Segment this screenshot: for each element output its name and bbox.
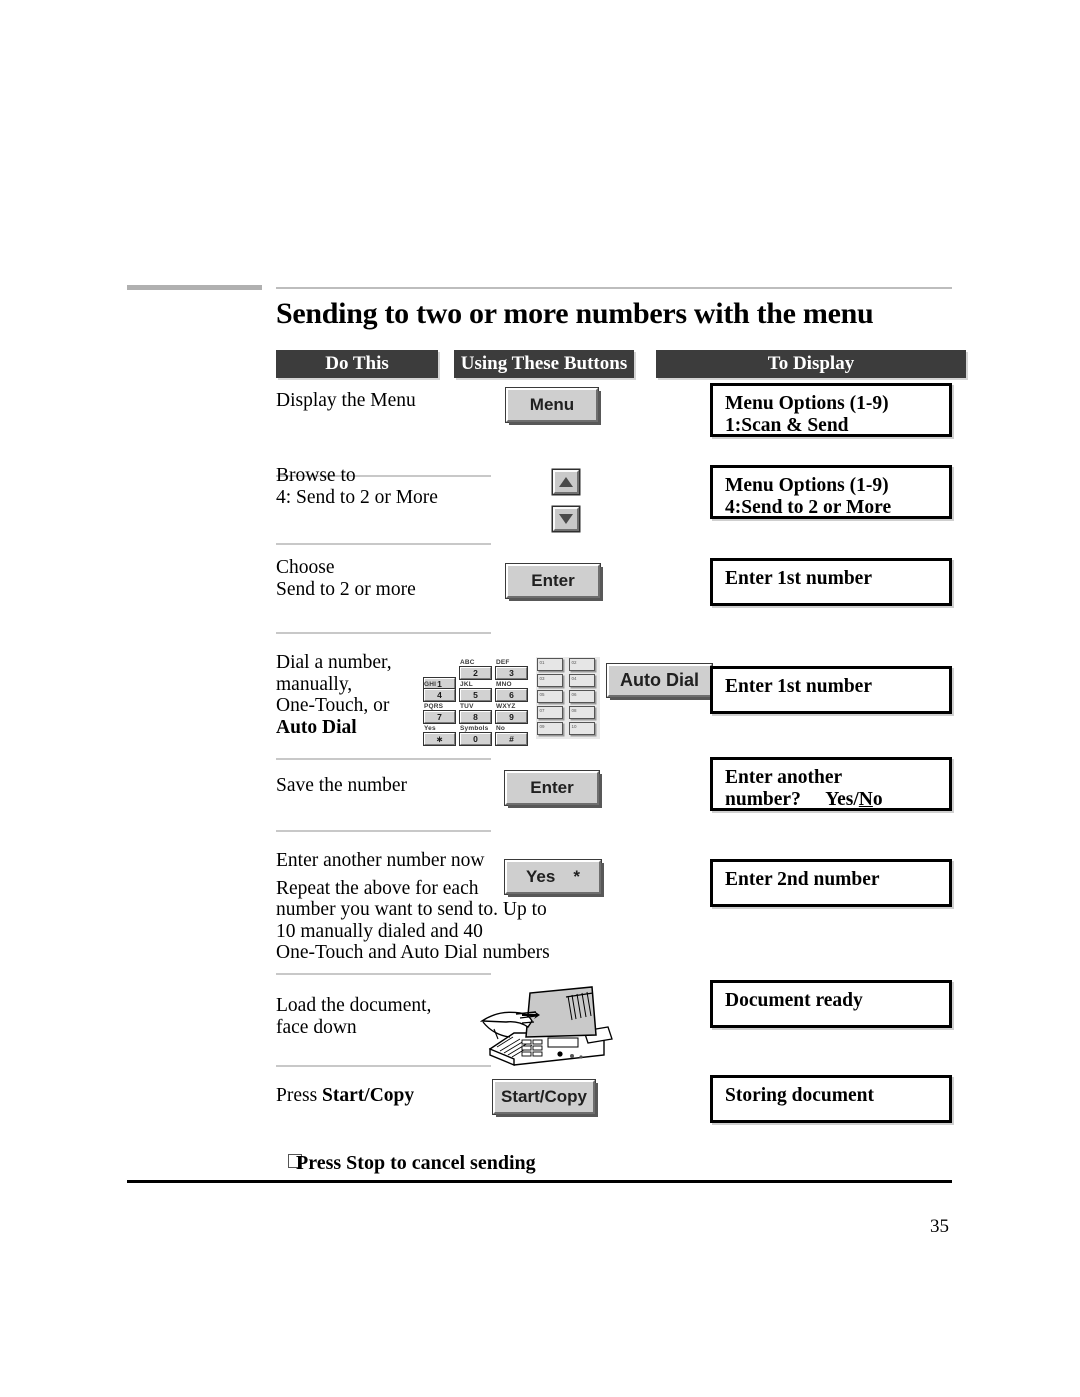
chevron-down-icon	[559, 514, 573, 524]
one-touch-panel[interactable]: 01 02 03 04 05 06 07 08 09 10	[536, 657, 600, 739]
row-8-instruction-text: Press Start/Copy	[276, 1085, 415, 1106]
keypad-key-9[interactable]: WXYZ 9	[496, 702, 527, 723]
keypad-key-2[interactable]: ABC 2	[460, 658, 491, 679]
row-7-instruction: Load the document, face down	[276, 995, 432, 1038]
column-header-to-display: To Display	[656, 350, 966, 378]
column-header-using-these-buttons: Using These Buttons	[454, 350, 634, 378]
keypad-key-0[interactable]: Symbols 0	[460, 724, 491, 745]
keypad-key-hash[interactable]: No #	[496, 724, 527, 745]
row-1-instruction: Display the Menu	[276, 390, 416, 411]
one-touch-key-07[interactable]: 07	[537, 706, 563, 719]
start-copy-button[interactable]: Start/Copy	[493, 1080, 595, 1114]
row-2-divider	[276, 543, 491, 545]
one-touch-key-04[interactable]: 04	[569, 674, 595, 687]
row-3-instruction: Choose Send to 2 or more	[276, 557, 416, 600]
column-header-do-this: Do This	[276, 350, 438, 378]
row-6-divider	[276, 973, 491, 975]
page-title: Sending to two or more numbers with the …	[276, 297, 874, 330]
one-touch-key-05[interactable]: 05	[537, 690, 563, 703]
keypad-key-7[interactable]: PQRS 7	[424, 702, 455, 723]
chevron-up-icon	[559, 477, 573, 487]
keypad-key-3[interactable]: DEF 3	[496, 658, 527, 679]
footer-rule	[127, 1180, 952, 1183]
row-4-display: Enter 1st number	[710, 666, 952, 714]
down-arrow-button[interactable]	[553, 507, 579, 531]
procedure-table: Do This Using These Buttons To Display D…	[276, 350, 966, 1123]
row-5-display: Enter another number? Yes/No	[710, 757, 952, 811]
enter-button[interactable]: Enter	[506, 564, 600, 598]
numeric-keypad[interactable]: 1 ABC 2 DEF 3 GHI 4 JKL 5 MNO 6 PQRS 7 T…	[424, 658, 544, 748]
one-touch-key-10[interactable]: 10	[569, 722, 595, 735]
row-2-instruction: Browse to 4: Send to 2 or More	[276, 465, 438, 508]
start-copy-emphasis: Start/Copy	[322, 1085, 415, 1106]
header-rule-accent	[127, 285, 262, 290]
row-4-divider	[276, 758, 491, 760]
row-7-display: Document ready	[710, 980, 952, 1028]
keypad-key-star[interactable]: Yes ∗	[424, 724, 455, 745]
enter-button-save[interactable]: Enter	[505, 771, 599, 805]
row-8-display: Storing document	[710, 1075, 952, 1123]
table-header-row: Do This Using These Buttons To Display	[276, 350, 966, 380]
one-touch-key-03[interactable]: 03	[537, 674, 563, 687]
one-touch-key-06[interactable]: 06	[569, 690, 595, 703]
keypad-key-8[interactable]: TUV 8	[460, 702, 491, 723]
auto-dial-button[interactable]: Auto Dial	[607, 664, 712, 697]
header-rule-thin	[276, 287, 952, 289]
row-3-divider	[276, 632, 491, 634]
one-touch-key-01[interactable]: 01	[537, 658, 563, 671]
one-touch-key-02[interactable]: 02	[569, 658, 595, 671]
row-2-display: Menu Options (1-9) 4:Send to 2 or More	[710, 465, 952, 519]
footer-note: Press Stop to cancel sending	[296, 1152, 536, 1174]
row-5-display-line-2: number? Yes/No	[725, 789, 883, 810]
keypad-key-4[interactable]: GHI 4	[424, 680, 455, 701]
row-8-instruction: Press Start/Copy	[276, 1085, 501, 1107]
one-touch-key-09[interactable]: 09	[537, 722, 563, 735]
page-number: 35	[930, 1216, 949, 1237]
yes-button-label: Yes	[526, 867, 556, 886]
menu-button[interactable]: Menu	[506, 388, 598, 422]
keypad-key-6[interactable]: MNO 6	[496, 680, 527, 701]
one-touch-key-08[interactable]: 08	[569, 706, 595, 719]
row-7-divider	[276, 1065, 491, 1067]
keypad-key-5[interactable]: JKL 5	[460, 680, 491, 701]
row-3-display: Enter 1st number	[710, 558, 952, 606]
row-6-display: Enter 2nd number	[710, 859, 952, 907]
row-5-divider	[276, 830, 491, 832]
row-5-instruction: Save the number	[276, 775, 408, 796]
asterisk-icon: *	[573, 867, 580, 886]
up-arrow-button[interactable]	[553, 470, 579, 494]
yes-button[interactable]: Yes *	[505, 860, 601, 894]
fax-loading-illustration	[480, 986, 613, 1067]
row-1-display: Menu Options (1-9) 1:Scan & Send	[710, 383, 952, 437]
